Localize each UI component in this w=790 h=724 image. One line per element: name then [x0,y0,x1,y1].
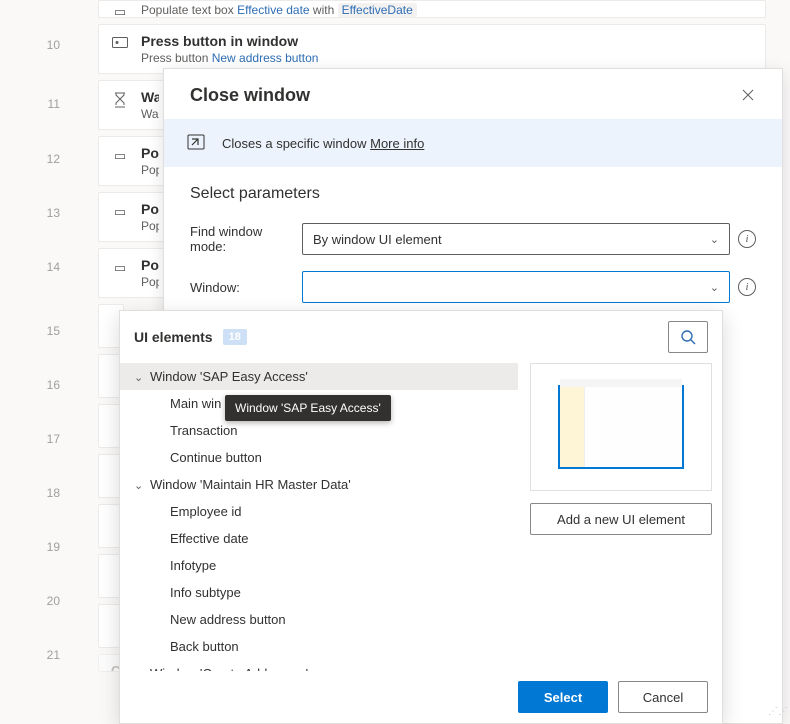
tree-item-label: Back button [170,639,239,654]
chevron-down-icon[interactable]: ⌄ [134,668,143,671]
tree-item-label: Window 'SAP Easy Access' [150,369,308,384]
tree-item-label: Employee id [170,504,242,519]
tree-group[interactable]: ⌄ Window 'Create Addresses' [120,660,518,671]
chevron-down-icon: ⌄ [710,233,719,246]
textbox-icon: ▭ [111,259,129,277]
info-icon[interactable]: i [738,230,756,248]
chevron-down-icon[interactable]: ⌄ [134,479,143,492]
line-number: 13 [0,206,60,220]
line-number: 11 [0,97,60,111]
line-number: 20 [0,594,60,608]
elements-count-badge: 18 [223,329,247,345]
select-value: By window UI element [313,232,442,247]
textbox-icon: ▭ [111,3,129,18]
line-number: 18 [0,486,60,500]
tree-item[interactable]: Main win [120,390,518,417]
tree-item[interactable]: Back button [120,633,518,660]
line-number: 10 [0,38,60,52]
textbox-icon: ▭ [111,203,129,221]
ui-elements-tree[interactable]: ⌄ Window 'SAP Easy Access' Main win Transac… [120,363,524,671]
flow-step[interactable]: ▭ Pop Pop [98,136,172,186]
tree-group[interactable]: ⌄ Window 'Maintain HR Master Data' [120,471,518,498]
find-window-mode-label: Find window mode: [190,224,294,254]
tree-item[interactable]: Transaction [120,417,518,444]
info-icon[interactable]: i [738,278,756,296]
dialog-title: Close window [190,85,310,106]
step-subtitle: Pop [141,275,159,289]
tree-item-label: Main win [170,396,221,411]
flow-step[interactable]: Press button in window Press button New … [98,24,766,74]
tree-item[interactable]: Info subtype [120,579,518,606]
element-thumbnail [530,363,712,491]
tree-item[interactable]: Continue button [120,444,518,471]
close-window-icon [186,133,206,153]
tree-item-label: Info subtype [170,585,241,600]
flow-step[interactable]: ▭ Pop Pop [98,192,172,242]
add-ui-element-button[interactable]: Add a new UI element [530,503,712,535]
tree-group[interactable]: ⌄ Window 'SAP Easy Access' [120,363,518,390]
section-heading: Select parameters [164,167,782,215]
step-title: Wai [141,89,159,105]
info-banner: Closes a specific window More info [164,119,782,167]
flow-step[interactable]: ▭ Pop Pop [98,248,172,298]
press-button-icon [111,35,129,53]
tree-item[interactable]: Employee id [120,498,518,525]
flow-step[interactable]: Wai Wait [98,80,172,130]
cancel-button[interactable]: Cancel [618,681,708,713]
step-subtitle: Populate text box Effective date with Ef… [141,1,753,17]
step-title: Press button in window [141,33,753,49]
line-number: 17 [0,432,60,446]
more-info-link[interactable]: More info [370,136,424,151]
line-number: 16 [0,378,60,392]
flow-step[interactable]: ▭ Populate text box Effective date with … [98,0,766,18]
step-title: Pop [141,145,159,161]
step-subtitle: Pop [141,163,159,177]
hourglass-icon [111,91,129,109]
chevron-down-icon: ⌄ [710,281,719,294]
tree-item[interactable]: Infotype [120,552,518,579]
step-subtitle: Wait [141,107,159,121]
step-subtitle: Pop [141,219,159,233]
window-select[interactable]: ⌄ [302,271,730,303]
search-button[interactable] [668,321,708,353]
tree-item-label: Continue button [170,450,262,465]
select-button[interactable]: Select [518,681,608,713]
resize-handle-icon[interactable]: ⋰⋰ [768,709,780,721]
find-window-mode-select[interactable]: By window UI element ⌄ [302,223,730,255]
chevron-down-icon[interactable]: ⌄ [134,371,143,384]
tree-item-label: Transaction [170,423,237,438]
tree-item-label: Infotype [170,558,216,573]
step-title: Pop [141,257,159,273]
step-subtitle: Press button New address button [141,51,753,65]
line-number: 15 [0,324,60,338]
tree-item-label: New address button [170,612,286,627]
tree-item-label: Window 'Maintain HR Master Data' [150,477,351,492]
line-number: 12 [0,152,60,166]
banner-text: Closes a specific window [222,136,370,151]
tree-item[interactable]: New address button [120,606,518,633]
tree-item[interactable]: Effective date [120,525,518,552]
close-button[interactable] [736,83,760,107]
textbox-icon: ▭ [111,147,129,165]
line-number: 19 [0,540,60,554]
thumbnail-image [558,385,684,469]
tree-item-label: Window 'Create Addresses' [150,666,308,671]
line-number: 21 [0,648,60,662]
window-label: Window: [190,280,294,295]
line-number: 14 [0,260,60,274]
preview-panel: Add a new UI element [524,363,722,671]
picker-title: UI elements [134,329,213,345]
step-title: Pop [141,201,159,217]
tree-item-label: Effective date [170,531,249,546]
ui-elements-picker: UI elements 18 ⌄ Window 'SAP Easy Access'… [119,310,723,724]
